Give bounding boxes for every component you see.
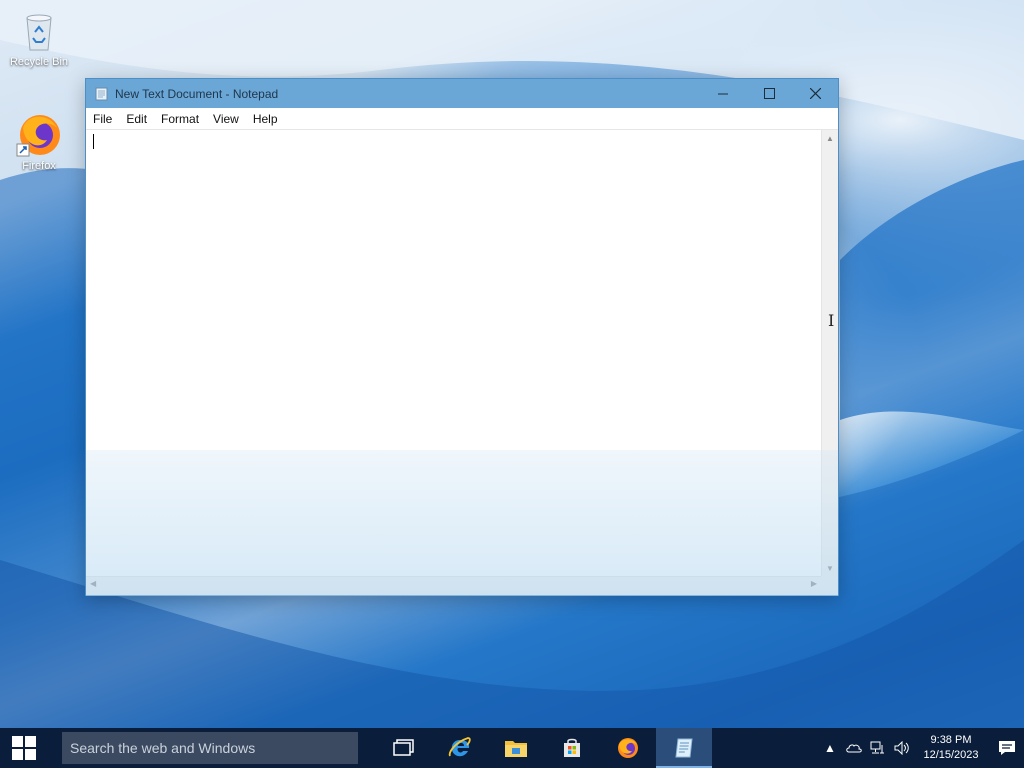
notepad-icon xyxy=(675,738,693,758)
recycle-bin-icon xyxy=(15,6,63,54)
horizontal-scrollbar[interactable]: ◀ ▶ xyxy=(86,576,821,595)
clock[interactable]: 9:38 PM 12/15/2023 xyxy=(918,733,984,763)
text-editor-area[interactable] xyxy=(86,130,821,577)
menu-view[interactable]: View xyxy=(206,108,246,130)
window-titlebar[interactable]: New Text Document - Notepad xyxy=(86,79,838,108)
minimize-button[interactable] xyxy=(700,79,746,108)
task-view-icon xyxy=(393,739,414,756)
file-explorer-icon xyxy=(505,741,527,757)
store-icon xyxy=(564,738,580,757)
desktop-icon-label: Recycle Bin xyxy=(9,56,69,68)
scroll-up-icon[interactable]: ▲ xyxy=(822,130,838,147)
desktop-icon-recycle-bin[interactable]: Recycle Bin xyxy=(4,6,74,68)
menu-format[interactable]: Format xyxy=(154,108,206,130)
window-title: New Text Document - Notepad xyxy=(115,86,279,101)
firefox-icon xyxy=(15,110,63,158)
text-caret xyxy=(93,134,94,149)
clock-time: 9:38 PM xyxy=(930,734,972,746)
internet-explorer-icon xyxy=(448,737,471,757)
volume-icon xyxy=(894,741,909,755)
notifications-icon xyxy=(999,741,1015,755)
taskbar-apps xyxy=(376,728,712,768)
minimize-icon xyxy=(718,93,728,94)
menu-edit[interactable]: Edit xyxy=(119,108,154,130)
taskbar: Search the web and Windows ▲ 9:38 PM 12/… xyxy=(0,728,1024,768)
taskbar-internet-explorer[interactable] xyxy=(432,728,488,768)
clock-date: 12/15/2023 xyxy=(923,749,979,761)
windows-logo-icon xyxy=(12,736,36,760)
search-input[interactable]: Search the web and Windows xyxy=(62,732,358,764)
ibeam-cursor-icon: I xyxy=(828,311,835,330)
scroll-down-icon[interactable]: ▼ xyxy=(822,560,838,577)
menu-help[interactable]: Help xyxy=(246,108,285,130)
chevron-up-icon: ▲ xyxy=(824,741,836,755)
desktop-icon-label: Firefox xyxy=(22,160,56,172)
notepad-icon xyxy=(95,87,108,100)
scroll-left-icon[interactable]: ◀ xyxy=(90,579,96,588)
notepad-window[interactable]: New Text Document - Notepad File Edit Fo… xyxy=(85,78,839,596)
maximize-icon xyxy=(763,88,775,99)
onedrive-icon xyxy=(846,744,862,753)
action-center-button[interactable] xyxy=(990,728,1024,768)
taskbar-file-explorer[interactable] xyxy=(488,728,544,768)
volume-tray-button[interactable] xyxy=(890,728,914,768)
onedrive-tray-button[interactable] xyxy=(842,728,866,768)
vertical-scrollbar[interactable]: ▲ ▼ xyxy=(821,130,838,577)
system-tray: ▲ 9:38 PM 12/15/2023 xyxy=(818,728,1024,768)
desktop-icon-firefox[interactable]: Firefox xyxy=(4,110,74,172)
close-icon xyxy=(809,88,821,99)
close-button[interactable] xyxy=(792,79,838,108)
taskbar-task-view[interactable] xyxy=(376,728,432,768)
scroll-right-icon[interactable]: ▶ xyxy=(811,579,817,588)
show-hidden-icons-button[interactable]: ▲ xyxy=(818,728,842,768)
start-button[interactable] xyxy=(0,728,48,768)
resize-grip-icon[interactable] xyxy=(821,576,838,595)
menu-bar: File Edit Format View Help xyxy=(86,108,838,130)
taskbar-firefox[interactable] xyxy=(600,728,656,768)
taskbar-store[interactable] xyxy=(544,728,600,768)
network-tray-button[interactable] xyxy=(866,728,890,768)
taskbar-notepad[interactable] xyxy=(656,728,712,768)
network-icon xyxy=(870,741,884,754)
maximize-button[interactable] xyxy=(746,79,792,108)
menu-file[interactable]: File xyxy=(86,108,119,130)
firefox-icon xyxy=(618,738,638,758)
